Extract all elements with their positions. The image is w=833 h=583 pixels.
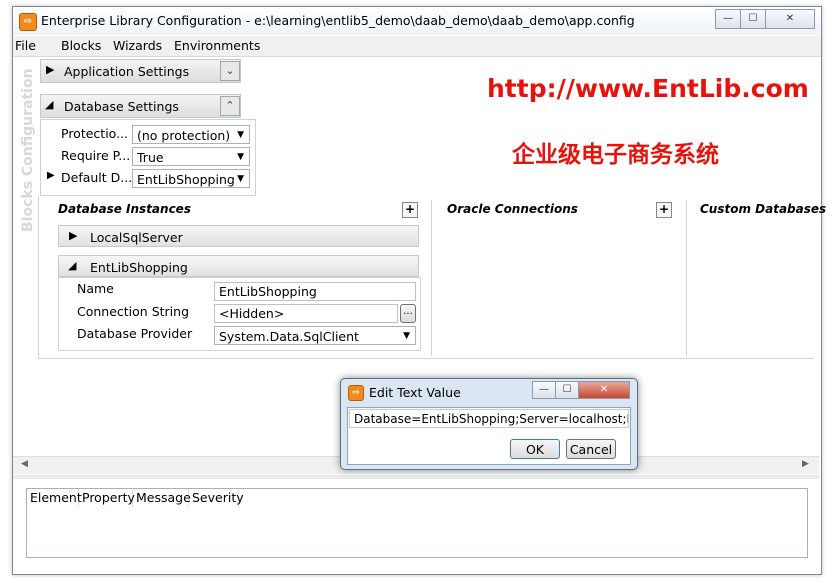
collapse-arrow-icon: ◢: [45, 98, 54, 111]
window-title: Enterprise Library Configuration - e:\le…: [41, 13, 635, 28]
overlay-url: http://www.EntLib.com: [487, 74, 809, 103]
title-bar: ⇨ Enterprise Library Configuration - e:\…: [13, 7, 821, 35]
database-instances-header: Database Instances: [58, 202, 191, 216]
protection-value: (no protection): [137, 128, 231, 143]
scroll-right-icon[interactable]: ▶: [802, 459, 809, 469]
instance-localsqlserver[interactable]: ▶ LocalSqlServer: [58, 225, 419, 247]
expand-arrow-icon: ▶: [47, 170, 55, 181]
blocks-configuration-tab[interactable]: Blocks Configuration: [20, 62, 38, 232]
require-value: True: [137, 150, 164, 165]
database-provider-combo[interactable]: System.Data.SqlClient ▼: [214, 326, 416, 345]
text-value-input[interactable]: Database=EntLibShopping;Server=localhost…: [349, 409, 629, 428]
connection-string-field[interactable]: <Hidden>: [214, 304, 398, 323]
database-settings-header[interactable]: ◢ Database Settings ⌃: [40, 94, 241, 118]
edit-text-value-dialog: ⇨ Edit Text Value — ☐ ✕ Database=EntLibS…: [340, 378, 638, 470]
dialog-minimize-button[interactable]: —: [532, 381, 556, 399]
database-settings-properties: Protectio... (no protection) ▼ Require P.…: [40, 119, 256, 196]
blocks-configuration-label: Blocks Configuration: [20, 68, 36, 232]
dropdown-arrow-icon: ▼: [237, 152, 244, 162]
scroll-left-icon[interactable]: ◀: [21, 459, 28, 469]
name-label: Name: [77, 281, 114, 296]
menu-blocks[interactable]: Blocks: [61, 38, 101, 53]
default-db-combo[interactable]: EntLibShopping ▼: [132, 169, 250, 188]
database-provider-value: System.Data.SqlClient: [219, 329, 359, 344]
instance-entlibshopping-label: EntLibShopping: [90, 260, 188, 275]
column-divider: [686, 200, 687, 356]
dropdown-arrow-icon: ▼: [237, 130, 244, 140]
connection-string-label: Connection String: [77, 304, 190, 319]
dialog-maximize-button[interactable]: ☐: [555, 381, 579, 399]
cancel-button[interactable]: Cancel: [566, 439, 616, 459]
property-label-protection: Protectio...: [61, 126, 129, 141]
custom-databases-header: Custom Databases: [700, 202, 827, 216]
collapse-arrow-icon: ◢: [68, 259, 77, 272]
menu-bar: File Blocks Wizards Environments: [13, 36, 821, 57]
maximize-button[interactable]: ☐: [740, 9, 766, 29]
instance-properties: Name EntLibShopping Connection String <H…: [58, 277, 421, 351]
property-label-require: Require P...: [61, 148, 131, 163]
dialog-title: Edit Text Value: [369, 385, 461, 400]
dropdown-arrow-icon: ▼: [237, 174, 244, 184]
instance-localsqlserver-label: LocalSqlServer: [90, 230, 183, 245]
dialog-app-icon: ⇨: [348, 385, 364, 401]
close-button[interactable]: ✕: [765, 9, 815, 29]
designer-bottom-border: [38, 358, 814, 359]
expand-arrow-icon: ▶: [46, 63, 55, 76]
instance-entlibshopping[interactable]: ◢ EntLibShopping: [58, 255, 419, 277]
expand-chevron-icon[interactable]: ⌄: [220, 61, 240, 81]
dialog-close-button[interactable]: ✕: [578, 381, 630, 399]
designer-left-border: [38, 196, 39, 358]
column-element[interactable]: Element: [27, 489, 82, 507]
database-provider-label: Database Provider: [77, 326, 193, 341]
column-message[interactable]: Message: [133, 489, 191, 507]
ok-button[interactable]: OK: [510, 439, 560, 459]
oracle-connections-header: Oracle Connections: [447, 202, 578, 216]
database-settings-label: Database Settings: [64, 99, 179, 114]
dropdown-arrow-icon: ▼: [403, 331, 410, 341]
error-grid: Element Property Message Severity: [26, 488, 808, 558]
add-database-instance-button[interactable]: +: [402, 202, 418, 218]
app-icon: ⇨: [19, 13, 37, 31]
column-severity[interactable]: Severity: [189, 489, 244, 507]
add-oracle-connection-button[interactable]: +: [656, 202, 672, 218]
require-combo[interactable]: True ▼: [132, 147, 250, 166]
connection-string-ellipsis-button[interactable]: ...: [400, 304, 416, 323]
menu-wizards[interactable]: Wizards: [113, 38, 162, 53]
column-property[interactable]: Property: [79, 489, 135, 507]
column-divider: [431, 200, 432, 356]
pane-splitter[interactable]: [13, 475, 819, 479]
expand-arrow-icon: ▶: [69, 229, 78, 242]
application-settings-label: Application Settings: [64, 64, 190, 79]
menu-environments[interactable]: Environments: [174, 38, 260, 53]
minimize-button[interactable]: —: [715, 9, 741, 29]
overlay-chinese-text: 企业级电子商务系统: [512, 142, 719, 168]
default-db-value: EntLibShopping: [137, 172, 235, 187]
dialog-body: Database=EntLibShopping;Server=localhost…: [347, 407, 631, 465]
name-field[interactable]: EntLibShopping: [214, 282, 416, 301]
protection-combo[interactable]: (no protection) ▼: [132, 125, 250, 144]
application-settings-header[interactable]: ▶ Application Settings ⌄: [40, 59, 241, 83]
menu-file[interactable]: File: [15, 38, 36, 53]
property-label-default-db: Default D...: [61, 170, 133, 185]
collapse-chevron-icon[interactable]: ⌃: [220, 96, 240, 116]
